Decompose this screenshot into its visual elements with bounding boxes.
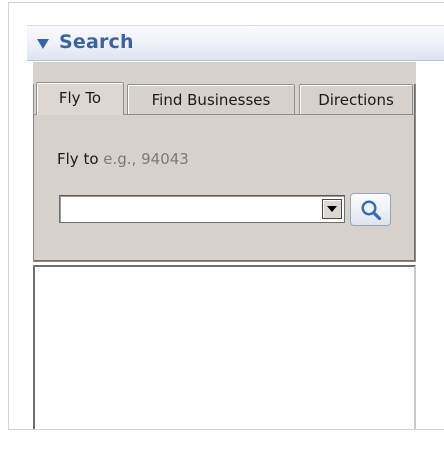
fly-to-hint: e.g., 94043	[103, 150, 189, 168]
triangle-down-icon[interactable]	[37, 39, 49, 49]
tab-directions[interactable]: Directions	[299, 84, 413, 115]
fly-to-combobox[interactable]	[59, 195, 345, 223]
fly-to-input[interactable]	[62, 198, 318, 220]
chevron-down-icon[interactable]	[322, 199, 342, 219]
search-button[interactable]	[350, 193, 391, 226]
magnifier-icon	[361, 200, 382, 221]
search-results-list[interactable]	[33, 265, 416, 430]
fly-to-label: Fly to e.g., 94043	[57, 150, 189, 168]
tab-fly-to[interactable]: Fly To	[36, 82, 124, 115]
tab-find-businesses[interactable]: Find Businesses	[127, 84, 295, 115]
panel-title: Search	[59, 31, 134, 53]
search-panel-header[interactable]: Search	[27, 25, 444, 61]
fly-to-label-text: Fly to	[57, 150, 99, 168]
panel-bottom-border	[8, 429, 444, 430]
